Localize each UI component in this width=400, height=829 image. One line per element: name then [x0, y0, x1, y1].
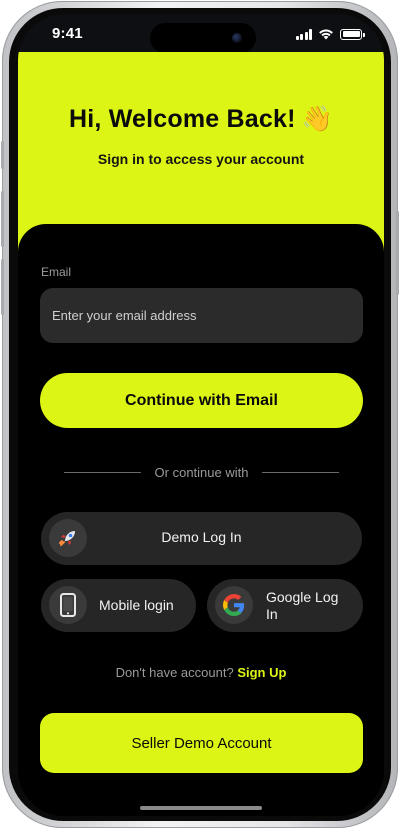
volume-down-button — [1, 259, 4, 315]
seller-demo-account-button[interactable]: Seller Demo Account — [40, 713, 363, 773]
mobile-login-label: Mobile login — [99, 597, 174, 613]
battery-icon — [340, 28, 365, 40]
demo-login-label: Demo Log In — [161, 529, 242, 545]
power-button — [396, 211, 399, 295]
email-input[interactable] — [40, 288, 363, 343]
signup-row: Don't have account? Sign Up — [18, 665, 384, 680]
welcome-subtitle: Sign in to access your account — [97, 151, 305, 167]
continue-with-email-label: Continue with Email — [125, 391, 278, 409]
signup-prompt: Don't have account? — [115, 665, 234, 680]
sign-up-link[interactable]: Sign Up — [237, 665, 286, 680]
divider-text: Or continue with — [154, 464, 249, 480]
front-camera-icon — [232, 33, 242, 43]
welcome-title-text: Hi, Welcome Back! — [69, 105, 296, 133]
wifi-icon — [319, 29, 333, 40]
demo-login-button[interactable]: Demo Log In — [41, 512, 362, 565]
status-bar: 9:41 — [18, 14, 384, 54]
smartphone-icon — [49, 586, 87, 624]
mobile-login-button[interactable]: Mobile login — [41, 579, 196, 632]
divider-line-left — [64, 471, 141, 473]
google-login-button[interactable]: Google Log In — [207, 579, 363, 632]
continue-with-email-button[interactable]: Continue with Email — [40, 373, 363, 428]
silent-switch — [1, 141, 4, 169]
waving-hand-icon: 👋 — [301, 105, 333, 133]
volume-up-button — [1, 191, 4, 247]
app-screen: 9:41 Hi, Welcome Back! 👋 Sign in to acces… — [18, 14, 384, 816]
status-icons — [295, 28, 365, 40]
google-icon — [215, 586, 253, 624]
home-indicator[interactable] — [140, 806, 262, 810]
google-login-label: Google Log In — [266, 589, 339, 622]
welcome-title: Hi, Welcome Back! 👋 — [18, 105, 384, 134]
or-continue-divider: Or continue with — [64, 464, 339, 480]
cellular-signal-icon — [295, 28, 312, 40]
dynamic-island — [150, 23, 256, 53]
email-label: Email — [41, 265, 72, 279]
divider-line-right — [262, 471, 339, 473]
status-time: 9:41 — [52, 25, 83, 42]
seller-demo-account-label: Seller Demo Account — [131, 734, 272, 752]
